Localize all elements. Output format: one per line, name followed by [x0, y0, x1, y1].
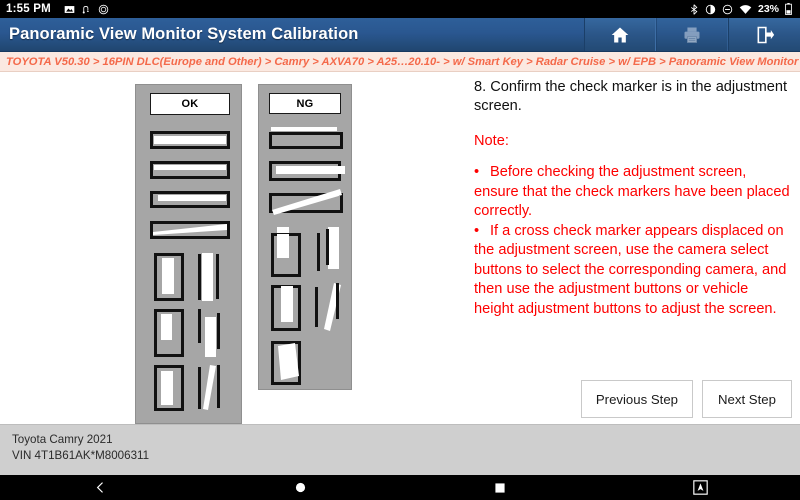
marker-bar — [158, 195, 226, 201]
check-marker-misaligned-skewed — [315, 283, 349, 333]
check-marker-vertical-open — [198, 253, 228, 301]
battery-percent-label: 23% — [757, 3, 779, 15]
check-marker-vertical — [154, 365, 184, 411]
do-not-disturb-icon — [98, 4, 109, 15]
list-item: • If a cross check marker appears displac… — [474, 222, 792, 320]
bullet-text: If a cross check marker appears displace… — [474, 222, 787, 317]
check-marker-horizontal — [150, 191, 230, 208]
main-content: OK NG 8. Confirm the check marker is in … — [0, 72, 800, 424]
vehicle-info-footer: Toyota Camry 2021 VIN 4T1B61AK*M8006311 — [0, 424, 800, 475]
battery-icon — [785, 3, 792, 15]
status-bar-right: 23% — [689, 3, 794, 15]
exit-icon — [755, 25, 775, 45]
check-marker-horizontal — [150, 161, 230, 179]
brightness-icon — [705, 4, 716, 15]
check-marker-misaligned-rotated — [271, 341, 301, 385]
page-title: Panoramic View Monitor System Calibratio… — [9, 25, 359, 43]
printer-icon — [682, 25, 702, 45]
marker-bar — [154, 136, 226, 144]
print-button[interactable] — [656, 18, 728, 51]
home-circle-icon — [295, 482, 306, 493]
usb-icon — [81, 4, 92, 15]
ng-label: NG — [269, 93, 341, 114]
note-label: Note: — [474, 133, 509, 149]
breadcrumb: TOYOTA V50.30 > 16PIN DLC(Europe and Oth… — [0, 52, 800, 72]
android-status-bar: 1:55 PM 23% — [0, 0, 800, 18]
app-root: 1:55 PM 23% Panoramic View Monitor Syste… — [0, 0, 800, 500]
bullet-text: Before checking the adjustment screen, e… — [474, 164, 790, 219]
nav-screenshot-button[interactable] — [600, 475, 800, 500]
back-chevron-icon — [94, 481, 107, 494]
app-title-bar: Panoramic View Monitor System Calibratio… — [0, 18, 800, 52]
ok-example-panel: OK — [135, 84, 242, 424]
step-navigation: Previous Step Next Step — [580, 380, 792, 418]
calibration-diagram: OK NG — [0, 72, 466, 424]
marker-bar — [161, 371, 173, 405]
status-bar-left: 1:55 PM — [6, 3, 109, 15]
ng-example-panel: NG — [258, 84, 352, 390]
check-marker-misaligned — [269, 161, 347, 181]
instruction-panel: 8. Confirm the check marker is in the ad… — [474, 72, 792, 424]
check-marker-misaligned-vertical — [315, 227, 347, 277]
nav-recents-button[interactable] — [400, 475, 600, 500]
check-marker-vertical — [154, 309, 184, 357]
marker-bar — [153, 224, 227, 235]
bluetooth-icon — [689, 3, 699, 15]
vehicle-name: Toyota Camry 2021 — [12, 433, 113, 446]
check-marker-misaligned-vertical — [271, 285, 303, 333]
status-clock: 1:55 PM — [6, 3, 51, 15]
check-marker-vertical-skewed — [198, 365, 230, 411]
ok-label: OK — [150, 93, 230, 115]
check-marker-misaligned-skewed — [269, 189, 343, 215]
check-marker-vertical — [154, 253, 184, 301]
marker-bar — [162, 258, 174, 294]
note-bullet-list: • Before checking the adjustment screen, … — [474, 163, 792, 319]
marker-bar — [154, 165, 226, 170]
vehicle-vin: VIN 4T1B61AK*M8006311 — [12, 449, 150, 462]
marker-bar — [161, 314, 172, 340]
wifi-icon — [739, 4, 752, 15]
breadcrumb-path: TOYOTA V50.30 > 16PIN DLC(Europe and Oth… — [6, 55, 799, 68]
nav-home-button[interactable] — [200, 475, 400, 500]
step-instruction: 8. Confirm the check marker is in the ad… — [474, 79, 788, 114]
list-item: • Before checking the adjustment screen, … — [474, 163, 792, 222]
android-nav-bar — [0, 475, 800, 500]
check-marker-horizontal-skewed — [150, 221, 230, 239]
check-marker-misaligned-vertical — [271, 227, 303, 277]
exit-button[interactable] — [728, 18, 800, 51]
bullet-icon: • — [474, 164, 480, 180]
title-bar-actions — [584, 18, 800, 51]
image-icon — [64, 4, 75, 15]
silent-mode-icon — [722, 4, 733, 15]
screenshot-icon — [692, 480, 708, 495]
home-button[interactable] — [584, 18, 656, 51]
bullet-icon: • — [474, 222, 480, 239]
previous-step-button[interactable]: Previous Step — [580, 380, 693, 418]
next-step-button[interactable]: Next Step — [702, 380, 792, 418]
check-marker-misaligned — [269, 127, 343, 149]
check-marker-horizontal — [150, 131, 230, 149]
nav-back-button[interactable] — [0, 475, 200, 500]
check-marker-vertical-open — [198, 309, 228, 357]
square-icon — [495, 482, 505, 493]
home-icon — [610, 25, 630, 45]
